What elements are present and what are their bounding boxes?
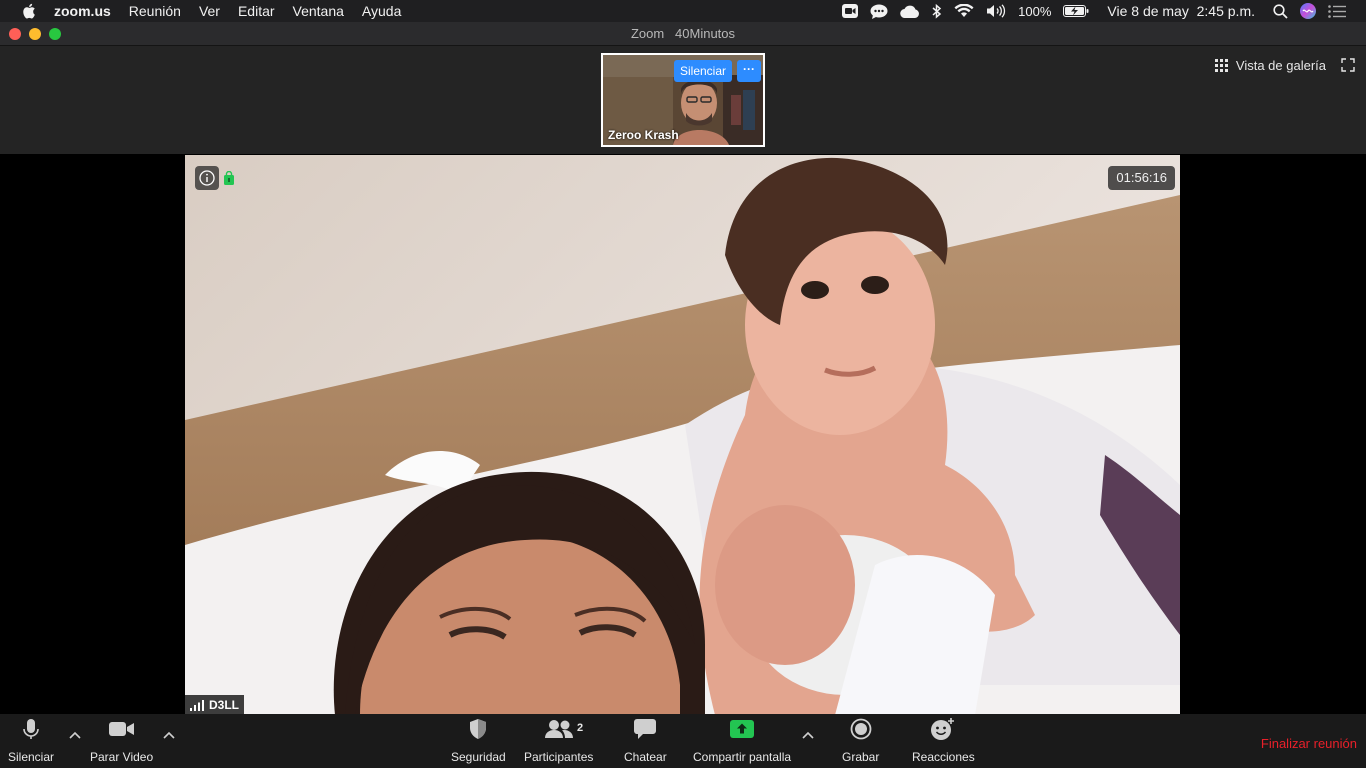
window-title-bar: Zoom 40Minutos [0, 22, 1366, 46]
share-screen-label: Compartir pantalla [693, 750, 792, 764]
speaker-name-tag: D3LL [185, 695, 244, 715]
security-label: Seguridad [451, 750, 506, 764]
record-icon [850, 718, 872, 740]
menu-bar: zoom.us Reunión Ver Editar Ventana Ayuda… [0, 0, 1366, 22]
share-screen-button[interactable]: Compartir pantalla [693, 714, 791, 768]
chat-bubble-icon [634, 719, 657, 739]
reactions-label: Reacciones [912, 750, 975, 764]
thumbnail-participant-name: Zeroo Krash [608, 128, 679, 142]
menu-ayuda[interactable]: Ayuda [362, 3, 401, 19]
video-options-chevron-up-icon[interactable] [162, 730, 176, 740]
cloud-icon[interactable] [900, 0, 920, 22]
thumbnail-strip: Silenciar ··· Zeroo Krash Vista de galer… [0, 46, 1366, 154]
notification-center-icon[interactable] [1328, 0, 1346, 22]
volume-icon[interactable] [986, 0, 1006, 22]
encryption-shield-icon[interactable] [224, 171, 234, 185]
connection-signal-icon [190, 699, 204, 711]
fullscreen-icon[interactable] [1341, 58, 1355, 72]
reactions-button[interactable]: Reacciones [912, 714, 975, 768]
info-icon [199, 170, 215, 186]
video-camera-icon [108, 722, 134, 736]
participants-label: Participantes [524, 750, 594, 764]
stop-video-label: Parar Video [90, 750, 154, 764]
chat-label: Chatear [624, 750, 667, 764]
thumbnail-mute-button[interactable]: Silenciar [674, 60, 733, 82]
window-title: Zoom 40Minutos [630, 26, 736, 41]
battery-percent: 100% [1018, 3, 1052, 19]
gallery-view-label: Vista de galería [1235, 58, 1326, 73]
audio-options-chevron-up-icon[interactable] [68, 730, 82, 740]
spotlight-search-icon[interactable] [1273, 0, 1288, 22]
shield-icon [470, 719, 487, 739]
menu-app-name[interactable]: zoom.us [54, 3, 111, 19]
menu-ver[interactable]: Ver [199, 3, 220, 19]
chat-button[interactable]: Chatear [624, 714, 667, 768]
mute-button[interactable]: Silenciar [8, 714, 54, 768]
emoji-add-icon [931, 718, 955, 740]
thumbnail-more-button[interactable]: ··· [737, 60, 761, 82]
active-speaker-video-frame [185, 155, 1180, 715]
gallery-view-button[interactable]: Vista de galería [1214, 58, 1326, 73]
mute-label: Silenciar [8, 750, 55, 764]
video-stage: 01:56:16 D3LL [0, 154, 1366, 715]
speaker-name: D3LL [209, 698, 239, 712]
meeting-info-button[interactable] [195, 166, 219, 190]
participants-icon [544, 720, 573, 738]
messages-icon[interactable] [870, 0, 888, 22]
stop-video-button[interactable]: Parar Video [90, 714, 153, 768]
apple-icon[interactable] [20, 2, 38, 20]
record-label: Grabar [842, 750, 880, 764]
menu-ventana[interactable]: Ventana [293, 3, 344, 19]
wifi-icon[interactable] [954, 0, 974, 22]
participants-count: 2 [577, 722, 584, 734]
microphone-icon [23, 719, 39, 739]
self-view-thumbnail[interactable]: Silenciar ··· Zeroo Krash [601, 53, 765, 147]
menu-editar[interactable]: Editar [238, 3, 275, 19]
grid-icon [1214, 59, 1228, 72]
end-meeting-button[interactable]: Finalizar reunión [1261, 736, 1357, 751]
bluetooth-icon[interactable] [932, 0, 942, 22]
menu-reunion[interactable]: Reunión [129, 3, 181, 19]
zoom-status-icon[interactable] [842, 0, 859, 22]
record-button[interactable]: Grabar [842, 714, 879, 768]
share-options-chevron-up-icon[interactable] [801, 730, 815, 740]
battery-charging-icon[interactable] [1063, 0, 1089, 22]
clock[interactable]: Vie 8 de may 2:45 p.m. [1107, 3, 1255, 19]
active-speaker-video[interactable]: 01:56:16 D3LL [185, 155, 1180, 715]
siri-icon[interactable] [1300, 0, 1316, 22]
security-button[interactable]: Seguridad [451, 714, 506, 768]
share-screen-icon [730, 720, 755, 738]
meeting-toolbar: Silenciar Parar Video Seguridad Particip… [0, 714, 1366, 768]
meeting-timer: 01:56:16 [1108, 166, 1175, 190]
